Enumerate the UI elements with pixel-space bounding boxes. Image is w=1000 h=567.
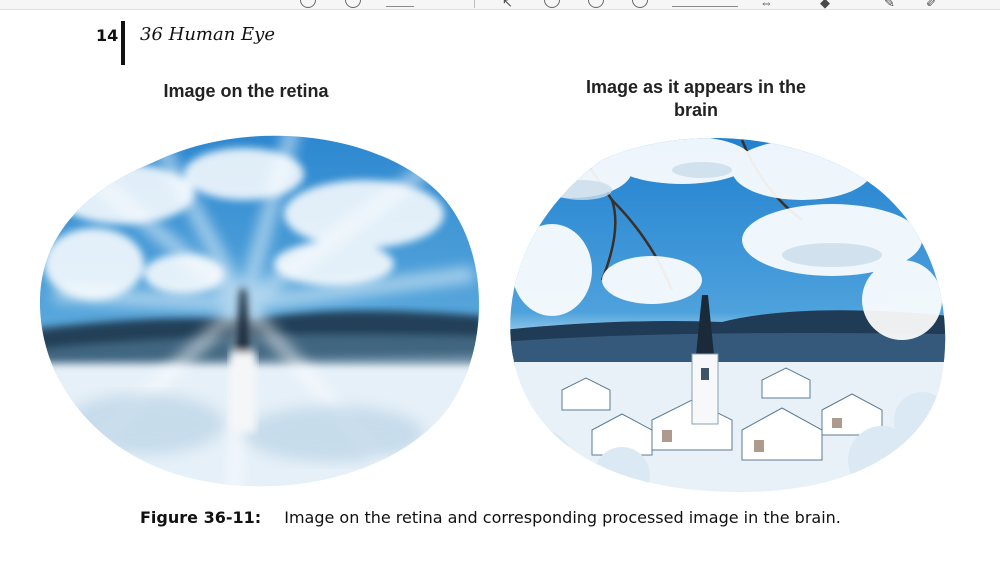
right-panel-caption: Image as it appears in the brain [556, 76, 836, 122]
draw-icon[interactable]: ✐ [926, 0, 937, 11]
page-number: 14 [96, 26, 119, 45]
zoom-in-icon[interactable] [345, 0, 361, 8]
right-caption-line1: Image as it appears in the [585, 77, 807, 97]
brain-image [510, 138, 946, 493]
toolbar-divider [474, 0, 475, 8]
zoom-level-field[interactable] [386, 6, 414, 7]
cursor-icon[interactable]: ↖ [502, 0, 513, 11]
page-nav-icon[interactable] [632, 0, 648, 8]
chapter-title: 36 Human Eye [140, 24, 275, 45]
left-panel-caption: Image on the retina [163, 81, 329, 101]
next-page-icon[interactable] [588, 0, 604, 8]
highlight-icon[interactable]: ◆ [820, 0, 830, 11]
fit-page-icon[interactable]: ⇔ [760, 0, 773, 10]
figure-caption-text: Image on the retina and corresponding pr… [284, 508, 841, 527]
zoom-out-icon[interactable] [300, 0, 316, 8]
figure-caption: Figure 36-11: Image on the retina and co… [140, 508, 900, 527]
figure-label: Figure 36-11: [140, 508, 262, 527]
previous-page-icon[interactable] [544, 0, 560, 8]
right-caption-line2: brain [673, 100, 718, 120]
header-rule [121, 21, 125, 65]
comment-icon[interactable]: ✎ [884, 0, 895, 11]
viewer-toolbar: ↖ ⇔ ◆ ✎ ✐ [0, 0, 1000, 10]
retina-image [39, 135, 480, 487]
page-number-field[interactable] [672, 6, 738, 7]
